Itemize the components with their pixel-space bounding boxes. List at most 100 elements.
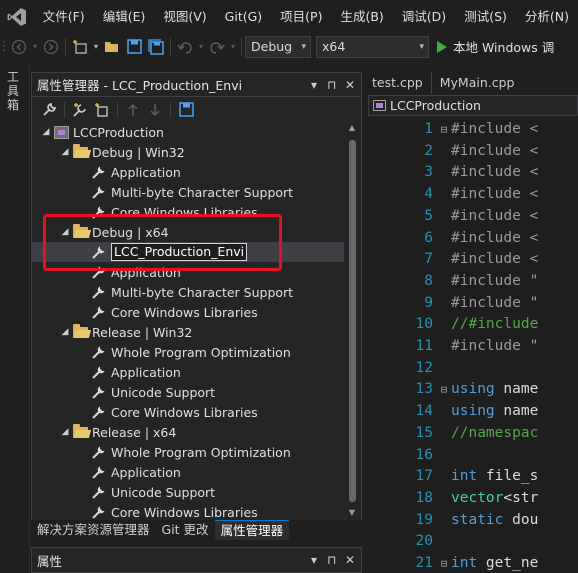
- move-down-icon[interactable]: [144, 99, 166, 121]
- fold-collapse-icon[interactable]: ⊟: [437, 383, 451, 396]
- bottom-tab[interactable]: 属性管理器: [214, 520, 290, 540]
- configuration-value: Debug: [251, 39, 293, 54]
- code-line: 8 #include ": [368, 270, 578, 292]
- save-icon[interactable]: [123, 36, 145, 58]
- code-line: 11 #include ": [368, 335, 578, 357]
- scrollbar-thumb[interactable]: [349, 140, 356, 502]
- tree-property-sheet-node[interactable]: Application: [32, 462, 344, 482]
- pin-icon[interactable]: ⊓: [327, 73, 336, 97]
- expand-collapse-icon[interactable]: ◢: [59, 427, 71, 437]
- solution-configuration-select[interactable]: Debug ▾: [245, 35, 311, 58]
- tree-configuration-node[interactable]: ◢ Debug | Win32: [32, 142, 344, 162]
- code-text: #include ": [451, 338, 538, 354]
- save-all-icon[interactable]: [145, 36, 167, 58]
- expand-collapse-icon[interactable]: ◢: [40, 127, 52, 137]
- code-editor[interactable]: 1 ⊟ #include <2 #include <3 #include <4 #incl…: [368, 118, 578, 573]
- scroll-up-icon[interactable]: ▲: [346, 122, 358, 134]
- line-number: 8: [424, 272, 433, 289]
- tree-property-sheet-node[interactable]: Application: [32, 162, 344, 182]
- wrench-icon: [90, 184, 108, 200]
- line-number: 16: [415, 446, 433, 463]
- add-existing-property-sheet-icon[interactable]: [91, 99, 113, 121]
- line-number: 12: [415, 359, 433, 376]
- code-token: #include <: [451, 142, 539, 159]
- toolbar-separator: [117, 101, 118, 118]
- menu-item[interactable]: 生成(B): [331, 0, 392, 33]
- expand-collapse-icon[interactable]: ◢: [59, 147, 71, 157]
- start-debugging-button[interactable]: 本地 Windows 调: [437, 37, 554, 56]
- visual-studio-logo-icon[interactable]: [0, 0, 34, 33]
- wrench-icon: [90, 444, 108, 460]
- undo-icon[interactable]: [174, 36, 196, 58]
- tree-property-sheet-node[interactable]: Core Windows Libraries: [32, 302, 344, 322]
- dropdown-arrow-icon[interactable]: ▾: [91, 36, 101, 58]
- navigate-forward-icon[interactable]: [40, 36, 62, 58]
- menu-item[interactable]: 项目(P): [271, 0, 331, 33]
- tree-property-sheet-node[interactable]: Multi-byte Character Support: [32, 182, 344, 202]
- code-line: 6 #include <: [368, 227, 578, 249]
- toolbox-tab[interactable]: 工具箱: [6, 70, 20, 112]
- menu-item[interactable]: Git(G): [216, 0, 272, 33]
- tree-configuration-node[interactable]: ◢ Release | Win32: [32, 322, 344, 342]
- menu-item[interactable]: 测试(S): [455, 0, 516, 33]
- tree-property-sheet-node[interactable]: Whole Program Optimization: [32, 342, 344, 362]
- menu-item[interactable]: 文件(F): [34, 0, 94, 33]
- save-icon[interactable]: [175, 99, 197, 121]
- editor-tab[interactable]: test.cpp: [364, 72, 431, 94]
- new-project-icon[interactable]: [69, 36, 91, 58]
- tree-property-sheet-node[interactable]: Unicode Support: [32, 482, 344, 502]
- code-token: name: [494, 381, 539, 398]
- bottom-tab[interactable]: 解决方案资源管理器: [31, 520, 156, 540]
- solution-platform-select[interactable]: x64 ▾: [316, 35, 429, 58]
- code-text: #include <: [451, 208, 538, 224]
- tree-property-sheet-node[interactable]: Core Windows Libraries: [32, 502, 344, 522]
- code-line: 9 #include ": [368, 292, 578, 314]
- line-number: 13: [415, 381, 433, 398]
- standard-toolbar: ⋮ ▾ ▾ ▾ ▾ Debug ▾ x64 ▾ 本地 Windows 调: [0, 33, 578, 60]
- tree-project-node[interactable]: ◢ LCCProduction: [32, 122, 344, 142]
- menu-item[interactable]: 编辑(E): [94, 0, 155, 33]
- tree-property-sheet-node[interactable]: Application: [32, 362, 344, 382]
- navigate-back-icon[interactable]: [8, 36, 30, 58]
- code-text: #include <: [451, 251, 538, 267]
- project-navigation-dropdown[interactable]: LCCProduction: [368, 95, 578, 116]
- window-position-icon[interactable]: ▾: [311, 73, 317, 97]
- tree-node-label: Core Windows Libraries: [111, 504, 258, 520]
- close-icon[interactable]: ✕: [345, 73, 355, 97]
- bottom-tab[interactable]: Git 更改: [156, 520, 215, 540]
- close-icon[interactable]: ✕: [345, 548, 355, 572]
- menu-item[interactable]: 视图(V): [154, 0, 215, 33]
- tree-configuration-node[interactable]: ◢ Release | x64: [32, 422, 344, 442]
- tree-scrollbar[interactable]: ▲ ▼: [346, 122, 358, 540]
- expand-collapse-icon[interactable]: ◢: [59, 327, 71, 337]
- tree-property-sheet-node[interactable]: Whole Program Optimization: [32, 442, 344, 462]
- fold-collapse-icon[interactable]: ⊟: [437, 557, 451, 570]
- wrench-icon[interactable]: [38, 99, 60, 121]
- property-manager-toolbar: [32, 97, 361, 122]
- panel-title-bar: 属性管理器 - LCC_Production_Envi ▾ ⊓ ✕: [32, 73, 361, 97]
- menu-item[interactable]: 分析(N): [516, 0, 578, 33]
- dropdown-arrow-icon[interactable]: ▾: [228, 36, 238, 58]
- code-line: 7 #include <: [368, 248, 578, 270]
- redo-icon[interactable]: [206, 36, 228, 58]
- tree-property-sheet-node[interactable]: Multi-byte Character Support: [32, 282, 344, 302]
- tree-property-sheet-node[interactable]: Unicode Support: [32, 382, 344, 402]
- window-position-icon[interactable]: ▾: [311, 548, 317, 572]
- code-token: int: [451, 468, 478, 485]
- open-folder-icon[interactable]: [101, 36, 123, 58]
- pin-icon[interactable]: ⊓: [327, 548, 336, 572]
- line-number: 11: [415, 338, 433, 354]
- fold-collapse-icon[interactable]: ⊟: [437, 123, 451, 136]
- move-up-icon[interactable]: [122, 99, 144, 121]
- wrench-icon: [90, 384, 108, 400]
- dropdown-arrow-icon[interactable]: ▾: [30, 36, 40, 58]
- code-token: dou: [503, 511, 539, 528]
- menu-item[interactable]: 调试(D): [393, 0, 455, 33]
- tree-property-sheet-node[interactable]: Core Windows Libraries: [32, 402, 344, 422]
- editor-tab[interactable]: MyMain.cpp: [430, 72, 523, 94]
- code-text: static dou: [451, 512, 538, 528]
- scroll-down-icon[interactable]: ▼: [346, 507, 358, 519]
- chevron-down-icon: ▾: [419, 41, 424, 52]
- add-new-property-sheet-icon[interactable]: [69, 99, 91, 121]
- dropdown-arrow-icon[interactable]: ▾: [196, 36, 206, 58]
